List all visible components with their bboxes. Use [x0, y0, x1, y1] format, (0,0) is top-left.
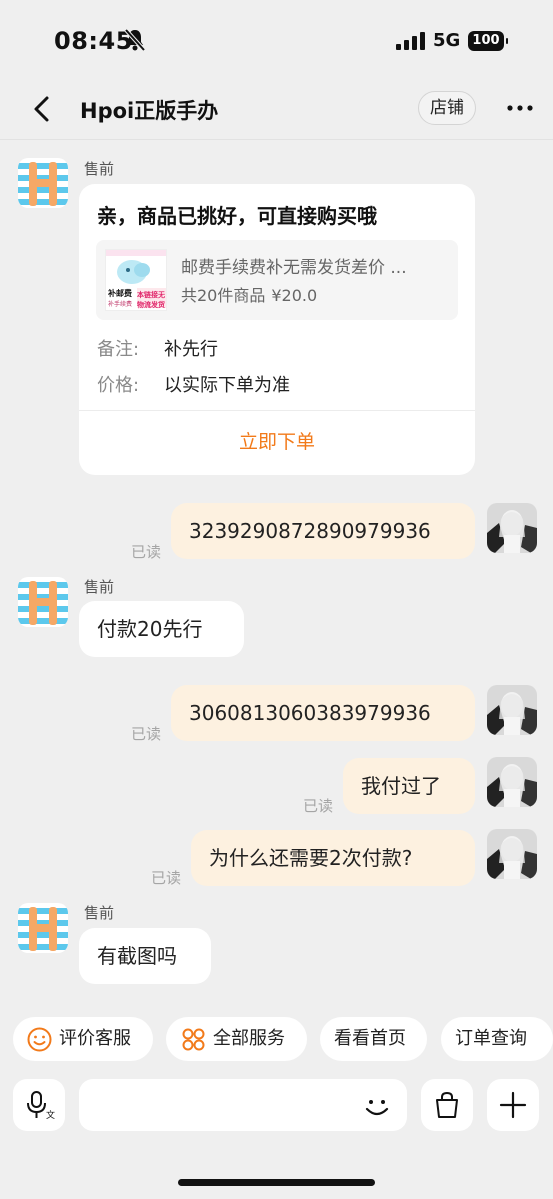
- seller-logo-icon: [18, 577, 68, 627]
- message-bubble-seller[interactable]: 付款20先行: [79, 601, 244, 657]
- rate-service-chip[interactable]: 评价客服: [13, 1017, 153, 1061]
- status-time: 08:45: [54, 27, 133, 55]
- home-indicator: [178, 1179, 375, 1186]
- card-title: 亲，商品已挑好，可直接购买哦: [97, 204, 377, 228]
- seller-avatar[interactable]: [18, 903, 68, 953]
- message-bubble-self[interactable]: 为什么还需要2次付款?: [191, 830, 475, 886]
- price-row: 价格: 以实际下单为准: [97, 371, 290, 397]
- order-now-button[interactable]: 立即下单: [79, 411, 475, 475]
- message-bubble-self[interactable]: 我付过了: [343, 758, 475, 814]
- all-services-chip[interactable]: 全部服务: [166, 1017, 307, 1061]
- shopping-bag-button[interactable]: [421, 1079, 473, 1131]
- product-price: ¥20.0: [271, 286, 318, 305]
- remark-value: 补先行: [164, 339, 218, 360]
- chip-label: 评价客服: [59, 1028, 131, 1049]
- user-avatar-art: [487, 757, 537, 807]
- signal-icon: [396, 32, 425, 50]
- emoji-icon[interactable]: [361, 1090, 393, 1122]
- plus-icon: [499, 1091, 527, 1119]
- product-item[interactable]: 补邮费 补手续费 本链接无 物流发货 邮费手续费补无需发货差价 ... 共20件…: [96, 240, 458, 320]
- product-thumbnail: 补邮费 补手续费 本链接无 物流发货: [105, 249, 167, 311]
- thumb-title: 补邮费: [108, 289, 132, 298]
- seller-logo-icon: [18, 903, 68, 953]
- chip-label: 全部服务: [213, 1028, 285, 1049]
- input-bar: 文: [0, 1075, 553, 1199]
- seller-avatar[interactable]: [18, 577, 68, 627]
- user-avatar-art: [487, 829, 537, 879]
- remark-row: 备注: 补先行: [97, 335, 218, 361]
- page-title: Hpoi正版手办: [80, 99, 219, 123]
- user-avatar[interactable]: [487, 503, 537, 553]
- microphone-icon: 文: [27, 1091, 55, 1120]
- grid-icon: [182, 1028, 205, 1051]
- sender-name: 售前: [84, 904, 115, 922]
- price-value: 以实际下单为准: [164, 375, 290, 396]
- battery-icon: 100: [468, 31, 508, 51]
- network-label: 5G: [433, 30, 461, 51]
- order-query-chip[interactable]: 订单查询: [441, 1017, 553, 1061]
- read-receipt: 已读: [131, 725, 162, 743]
- user-avatar[interactable]: [487, 757, 537, 807]
- back-icon[interactable]: [28, 94, 56, 124]
- sender-name: 售前: [84, 160, 115, 178]
- message-bubble-self[interactable]: 3060813060383979936: [171, 685, 475, 741]
- thumb-badge-line1: 本链接无: [137, 291, 165, 299]
- price-label: 价格:: [97, 375, 140, 396]
- product-count: 共20件商品: [181, 286, 266, 305]
- user-avatar[interactable]: [487, 829, 537, 879]
- read-receipt: 已读: [303, 797, 334, 815]
- status-bar: 08:45 5G 100: [0, 0, 553, 82]
- message-bubble-seller[interactable]: 有截图吗: [79, 928, 211, 984]
- seller-logo-icon: [18, 158, 68, 208]
- read-receipt: 已读: [151, 869, 182, 887]
- shopping-bag-icon: [436, 1091, 458, 1118]
- message-input[interactable]: [79, 1079, 407, 1131]
- smile-icon: [27, 1027, 52, 1052]
- quick-actions: 评价客服 全部服务 看看首页 订单查询: [0, 1017, 553, 1063]
- read-receipt: 已读: [131, 543, 162, 561]
- store-button[interactable]: 店铺: [418, 91, 476, 125]
- svg-text:文: 文: [46, 1109, 55, 1120]
- user-avatar[interactable]: [487, 685, 537, 735]
- sender-name: 售前: [84, 578, 115, 596]
- user-avatar-art: [487, 503, 537, 553]
- chip-label: 看看首页: [334, 1028, 406, 1049]
- chip-label: 订单查询: [455, 1028, 527, 1049]
- product-meta: 共20件商品 ¥20.0: [181, 282, 317, 306]
- message-bubble-self[interactable]: 3239290872890979936: [171, 503, 475, 559]
- thumb-subtitle: 补手续费: [108, 301, 133, 308]
- user-avatar-art: [487, 685, 537, 735]
- add-button[interactable]: [487, 1079, 539, 1131]
- remark-label: 备注:: [97, 339, 140, 360]
- voice-button[interactable]: 文: [13, 1079, 65, 1131]
- bell-muted-icon: [124, 28, 146, 52]
- product-name: 邮费手续费补无需发货差价 ...: [181, 258, 407, 278]
- more-icon[interactable]: [505, 96, 535, 120]
- nav-bar: Hpoi正版手办 店铺: [0, 82, 553, 140]
- view-home-chip[interactable]: 看看首页: [320, 1017, 427, 1061]
- seller-avatar[interactable]: [18, 158, 68, 208]
- order-card: 亲，商品已挑好，可直接购买哦 补邮费 补手续费 本链接无 物流发货 邮费手续费补…: [79, 184, 475, 475]
- thumb-badge-line2: 物流发货: [137, 301, 165, 309]
